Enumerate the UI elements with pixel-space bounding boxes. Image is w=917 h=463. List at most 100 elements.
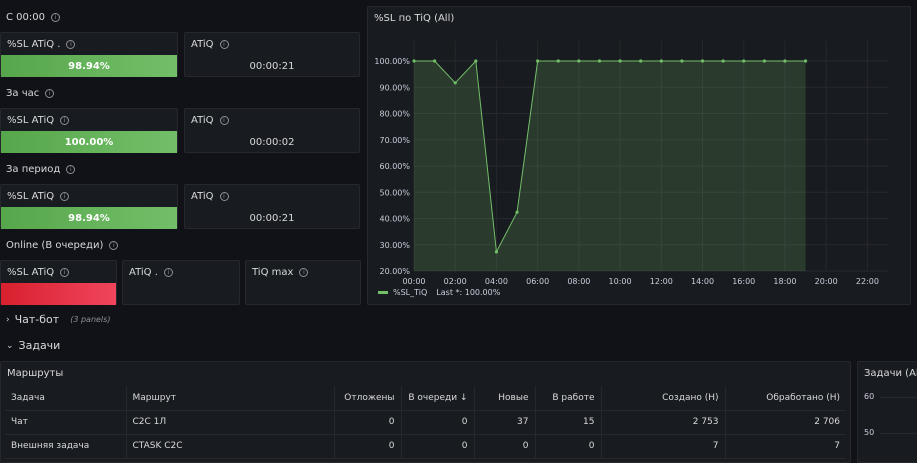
data-point — [700, 59, 705, 63]
legend-swatch — [378, 291, 388, 294]
legend-series-name: %SL_TiQ — [393, 288, 428, 297]
table-cell: C2C 1Л — [126, 410, 335, 435]
x-tick-label: 22:00 — [856, 277, 879, 286]
info-icon[interactable]: i — [219, 116, 229, 125]
table-cell: 0 — [401, 410, 475, 435]
panel-title-text: TiQ max — [252, 267, 294, 278]
info-icon[interactable]: i — [45, 89, 55, 98]
sl-tiq-chart[interactable]: 20.00% 30.00% 40.00% 50.00% 60.00% 70.00% 80.0… — [368, 7, 912, 306]
info-icon[interactable]: i — [50, 13, 60, 22]
table-cell: 0 — [401, 434, 475, 459]
y-tick-label: 40.00% — [379, 215, 410, 224]
chevron-down-icon: ⌄ — [6, 340, 14, 351]
column-header[interactable]: Создано (Н) — [601, 386, 726, 411]
info-icon[interactable]: i — [219, 40, 229, 49]
grid-line — [880, 397, 917, 398]
tasks-panel-title: Задачи (All) — [864, 368, 917, 379]
sl-panel-midnight: %SL ATiQ . i 98.94% — [0, 32, 178, 77]
data-point — [742, 59, 746, 63]
atiq-panel-hour: ATiQ i 00:00:02 — [184, 108, 360, 153]
info-icon[interactable]: i — [219, 192, 229, 201]
table-cell: 0 — [474, 434, 536, 459]
section-title-last-hour: За час i — [6, 88, 55, 99]
column-header[interactable]: Маршрут — [126, 386, 335, 411]
data-point — [536, 59, 540, 63]
section-title-text: За час — [6, 88, 40, 99]
data-point — [597, 59, 602, 63]
info-icon[interactable]: i — [60, 268, 70, 277]
table-cell: 7 — [601, 434, 726, 459]
chevron-right-icon: › — [6, 314, 10, 325]
sl-gauge-bar: 98.94% — [1, 207, 177, 229]
chart-legend[interactable]: %SL_TiQ Last *: 100.00% — [378, 288, 500, 297]
sl-gauge-bar: 100.00% — [1, 131, 177, 153]
atiq-value: 00:00:02 — [249, 137, 295, 148]
panel-title-text: ATiQ . — [129, 267, 158, 278]
y-tick-label: 60 — [864, 392, 875, 401]
column-header[interactable]: Обработано (Н) — [725, 386, 846, 411]
y-tick-label: 70.00% — [379, 136, 410, 145]
panel-title-text: ATiQ — [191, 191, 214, 202]
info-icon[interactable]: i — [299, 268, 309, 277]
routes-table-wrap: Задача Маршрут Отложены В очереди ↓ Новы… — [5, 386, 846, 459]
routes-panel: Маршруты Задача Маршрут Отложены В очере… — [0, 361, 851, 463]
data-point — [659, 59, 663, 63]
panel-title: %SL ATiQ i — [7, 115, 70, 126]
sl-gauge-bar: 98.94% — [1, 55, 177, 77]
legend-last-value: Last *: 100.00% — [436, 288, 501, 297]
data-point — [577, 59, 581, 63]
atiq-value: 00:00:21 — [249, 61, 295, 72]
data-point — [803, 59, 808, 63]
info-icon[interactable]: i — [109, 241, 119, 250]
x-tick-label: 06:00 — [526, 277, 549, 286]
x-tick-label: 20:00 — [815, 277, 838, 286]
data-point — [639, 59, 643, 63]
panel-title: %SL ATiQ i — [7, 191, 70, 202]
table-cell: Чат — [5, 410, 127, 435]
table-cell: 2 706 — [725, 410, 846, 435]
info-icon[interactable]: i — [66, 40, 76, 49]
atiq-value: 00:00:21 — [249, 213, 295, 224]
routes-title: Маршруты — [7, 368, 64, 379]
table-cell: 37 — [474, 410, 536, 435]
data-point — [433, 59, 437, 63]
y-tick-label: 100.00% — [374, 57, 410, 66]
column-header[interactable]: В работе — [535, 386, 602, 411]
x-tick-label: 12:00 — [650, 277, 673, 286]
x-tick-label: 02:00 — [444, 277, 467, 286]
row-label: Чат-бот — [14, 313, 60, 326]
panel-title: %SL ATiQ i — [7, 267, 70, 278]
info-icon[interactable]: i — [60, 192, 70, 201]
panel-title-text: %SL ATiQ — [7, 191, 55, 202]
atiq-panel-online: ATiQ . i — [122, 260, 240, 305]
data-point — [453, 81, 457, 85]
row-tasks[interactable]: ⌄ Задачи — [6, 339, 60, 352]
column-header[interactable]: Новые — [474, 386, 536, 411]
data-point — [762, 59, 766, 63]
y-tick-label: 30.00% — [379, 241, 410, 250]
tasks-all-panel: Задачи (All) 60 50 — [857, 361, 917, 463]
x-tick-label: 18:00 — [773, 277, 796, 286]
table-row[interactable]: Внешняя задача CTASK C2C 0 0 0 0 7 7 — [5, 434, 846, 459]
section-title-period: За период i — [6, 164, 76, 175]
y-tick-label: 50 — [864, 428, 875, 437]
info-icon[interactable]: i — [60, 116, 70, 125]
x-tick-label: 08:00 — [567, 277, 590, 286]
info-icon[interactable]: i — [163, 268, 173, 277]
row-chatbot[interactable]: › Чат-бот (3 panels) — [6, 313, 110, 326]
panel-title: ATiQ i — [191, 115, 229, 126]
atiq-panel-period: ATiQ i 00:00:21 — [184, 184, 360, 229]
column-header[interactable]: В очереди ↓ — [401, 386, 475, 411]
x-tick-label: 00:00 — [402, 277, 425, 286]
data-point — [556, 59, 560, 63]
table-row[interactable]: Чат C2C 1Л 0 0 37 15 2 753 2 706 — [5, 410, 846, 435]
data-point — [783, 59, 787, 63]
column-header[interactable]: Задача — [5, 386, 127, 411]
sl-panel-hour: %SL ATiQ i 100.00% — [0, 108, 178, 153]
sl-tiq-chart-panel: %SL по TiQ (All) 20.00% 30.00% 40.00% 50.00… — [367, 6, 911, 305]
row-panel-count: (3 panels) — [70, 315, 111, 324]
info-icon[interactable]: i — [66, 165, 76, 174]
column-header[interactable]: Отложены — [334, 386, 402, 411]
panel-title-text: ATiQ — [191, 39, 214, 50]
panel-title: ATiQ . i — [129, 267, 173, 278]
